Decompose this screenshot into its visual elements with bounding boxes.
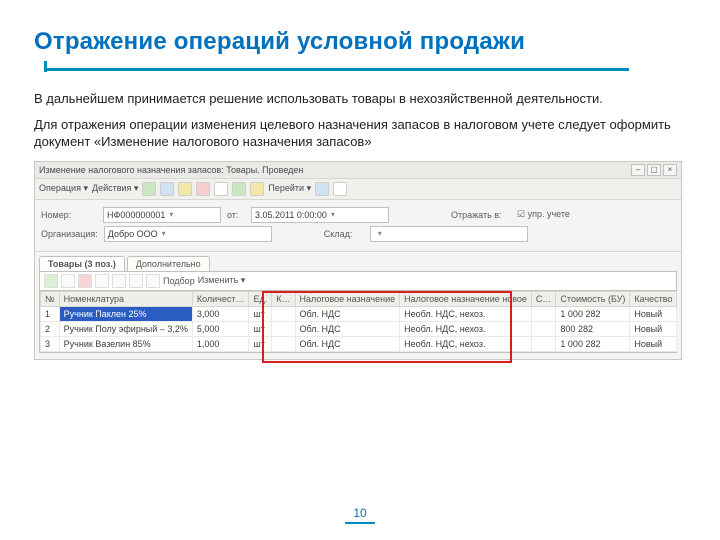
label-number: Номер: — [41, 210, 97, 220]
cell-schet — [531, 306, 556, 321]
cell-qty: 5,000 — [192, 321, 249, 336]
cell-nomen: Ручник Полу эфирный – 3,2% — [59, 321, 192, 336]
cell-num: 2 — [41, 321, 60, 336]
sort-asc-icon[interactable] — [129, 274, 143, 288]
col-cost[interactable]: Стоимость (БУ) — [556, 291, 630, 306]
cell-cost: 1 000 282 — [556, 336, 630, 351]
cell-num: 1 — [41, 306, 60, 321]
app-window: Изменение налогового назначения запасов:… — [34, 161, 682, 360]
cell-k — [272, 306, 295, 321]
edit-row-icon[interactable] — [61, 274, 75, 288]
btn-podbor[interactable]: Подбор — [163, 276, 195, 286]
toolbar-icon[interactable] — [160, 182, 174, 196]
cell-num: 3 — [41, 336, 60, 351]
cell-cost: 800 282 — [556, 321, 630, 336]
input-date[interactable]: 3.05.2011 0:00:00 — [251, 207, 389, 223]
move-up-icon[interactable] — [95, 274, 109, 288]
toolbar-icon[interactable] — [232, 182, 246, 196]
cell-quality: Новый — [630, 336, 677, 351]
toolbar-icon[interactable] — [214, 182, 228, 196]
toolbar-icon[interactable] — [250, 182, 264, 196]
table-row[interactable]: 3 Ручник Вазелин 85% 1,000 шт Обл. НДС Н… — [41, 336, 677, 351]
toolbar-icon[interactable] — [315, 182, 329, 196]
cell-unit: шт — [249, 321, 272, 336]
cell-purpose: Обл. НДС — [295, 336, 400, 351]
move-down-icon[interactable] — [112, 274, 126, 288]
sort-desc-icon[interactable] — [146, 274, 160, 288]
toolbar-icon[interactable] — [178, 182, 192, 196]
titlebar: Изменение налогового назначения запасов:… — [35, 162, 681, 179]
menu-operation[interactable]: Операция ▾ — [39, 183, 88, 194]
cell-k — [272, 336, 295, 351]
title-rule — [34, 62, 686, 76]
input-org[interactable]: Добро ООО — [104, 226, 272, 242]
cell-unit: шт — [249, 306, 272, 321]
grid: № Номенклатура Количест… Ед. К… Налогово… — [39, 290, 677, 353]
cell-purpose: Обл. НДС — [295, 321, 400, 336]
cell-quality: Новый — [630, 321, 677, 336]
menu-actions[interactable]: Действия ▾ — [92, 183, 138, 194]
col-quality[interactable]: Качество — [630, 291, 677, 306]
minimize-icon[interactable]: – — [631, 164, 645, 176]
toolbar-icon[interactable] — [196, 182, 210, 196]
cell-schet — [531, 321, 556, 336]
label-sklad: Склад: — [324, 229, 364, 239]
cell-nomen: Ручник Паклен 25% — [59, 306, 192, 321]
cell-unit: шт — [249, 336, 272, 351]
col-unit[interactable]: Ед. — [249, 291, 272, 306]
cell-k — [272, 321, 295, 336]
col-purpose-new[interactable]: Налоговое назначение новое — [400, 291, 532, 306]
cell-purpose: Обл. НДС — [295, 306, 400, 321]
page-number: 10 — [0, 506, 720, 524]
page-number-value: 10 — [345, 506, 374, 524]
tab-bar: Товары (3 поз.) Дополнительно — [35, 252, 681, 271]
window-title: Изменение налогового назначения запасов:… — [39, 165, 303, 175]
cell-nomen: Ручник Вазелин 85% — [59, 336, 192, 351]
delete-row-icon[interactable] — [78, 274, 92, 288]
paragraph-1: В дальнейшем принимается решение использ… — [34, 90, 686, 108]
checkbox-upr[interactable]: ☑ упр. учете — [517, 209, 570, 220]
page-title: Отражение операций условной продажи — [34, 28, 686, 56]
cell-schet — [531, 336, 556, 351]
cell-quality: Новый — [630, 306, 677, 321]
toolbar-icon[interactable] — [333, 182, 347, 196]
form-area: Номер: НФ000000001 от: 3.05.2011 0:00:00… — [35, 200, 681, 252]
col-purpose[interactable]: Налоговое назначение — [295, 291, 400, 306]
add-row-icon[interactable] — [44, 274, 58, 288]
menu-goto[interactable]: Перейти ▾ — [268, 183, 311, 194]
tab-goods[interactable]: Товары (3 поз.) — [39, 256, 125, 271]
input-number[interactable]: НФ000000001 — [103, 207, 221, 223]
col-k[interactable]: К… — [272, 291, 295, 306]
cell-purpose-new: Необл. НДС, нехоз. — [400, 321, 532, 336]
col-schet[interactable]: С… — [531, 291, 556, 306]
cell-purpose-new: Необл. НДС, нехоз. — [400, 306, 532, 321]
cell-cost: 1 000 282 — [556, 306, 630, 321]
tab-additional[interactable]: Дополнительно — [127, 256, 210, 271]
col-qty[interactable]: Количест… — [192, 291, 249, 306]
close-icon[interactable]: × — [663, 164, 677, 176]
col-nomen[interactable]: Номенклатура — [59, 291, 192, 306]
cell-qty: 3,000 — [192, 306, 249, 321]
cell-qty: 1,000 — [192, 336, 249, 351]
paragraph-2: Для отражения операции изменения целевог… — [34, 116, 686, 151]
maximize-icon[interactable]: ▢ — [647, 164, 661, 176]
col-num[interactable]: № — [41, 291, 60, 306]
input-sklad[interactable] — [370, 226, 528, 242]
toolbar-icon[interactable] — [142, 182, 156, 196]
label-otrazhat: Отражать в: — [451, 210, 511, 220]
cell-purpose-new: Необл. НДС, нехоз. — [400, 336, 532, 351]
main-toolbar: Операция ▾ Действия ▾ Перейти ▾ — [35, 179, 681, 200]
table-row[interactable]: 2 Ручник Полу эфирный – 3,2% 5,000 шт Об… — [41, 321, 677, 336]
grid-toolbar: Подбор Изменить ▾ — [39, 271, 677, 290]
checkbox-upr-label: упр. учете — [528, 209, 570, 219]
table-row[interactable]: 1 Ручник Паклен 25% 3,000 шт Обл. НДС Не… — [41, 306, 677, 321]
label-org: Организация: — [41, 229, 98, 239]
btn-change[interactable]: Изменить ▾ — [198, 275, 246, 286]
label-date: от: — [227, 210, 245, 220]
